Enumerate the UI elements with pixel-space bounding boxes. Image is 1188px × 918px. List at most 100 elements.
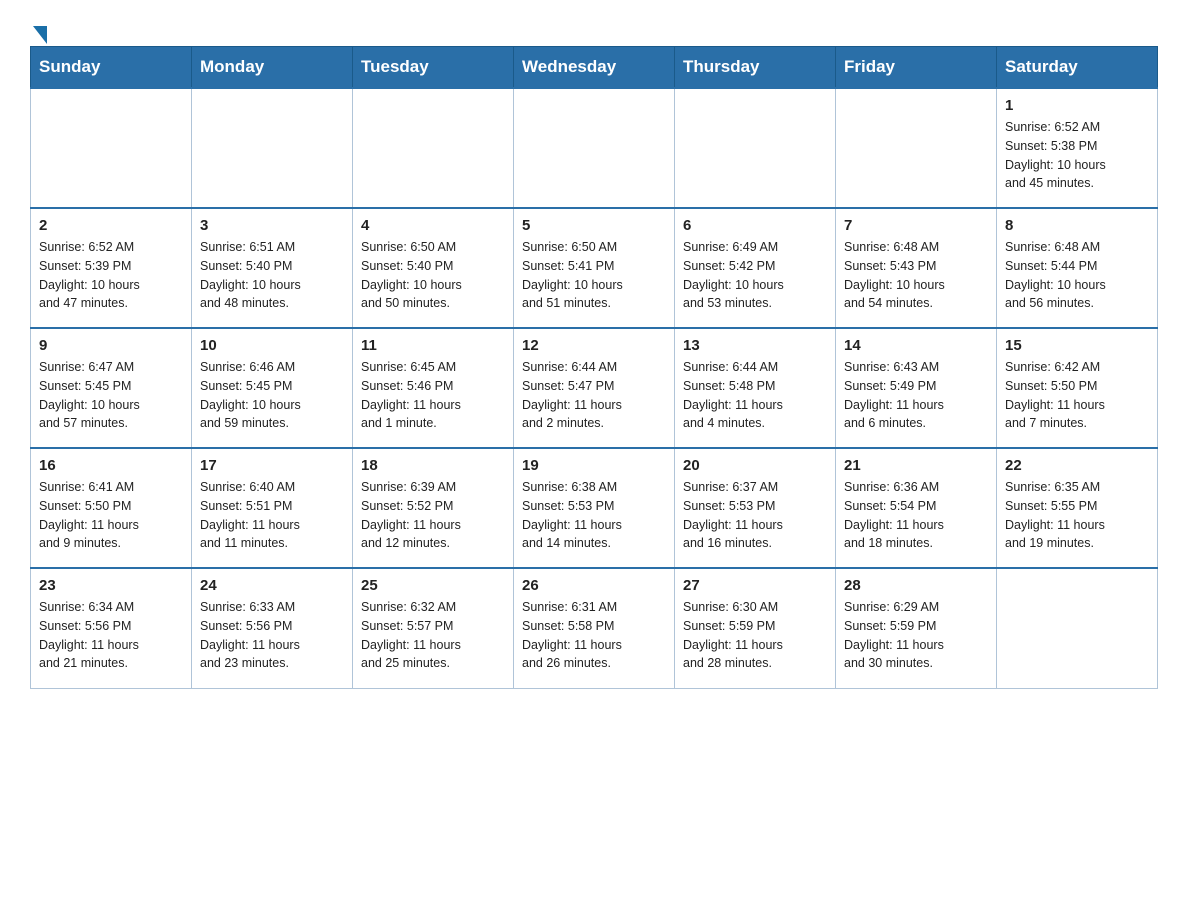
day-number: 15 xyxy=(1005,337,1149,354)
day-info: Sunrise: 6:37 AM Sunset: 5:53 PM Dayligh… xyxy=(683,478,827,553)
day-info: Sunrise: 6:46 AM Sunset: 5:45 PM Dayligh… xyxy=(200,358,344,433)
day-number: 18 xyxy=(361,457,505,474)
day-number: 7 xyxy=(844,217,988,234)
day-number: 10 xyxy=(200,337,344,354)
day-number: 12 xyxy=(522,337,666,354)
weekday-header-saturday: Saturday xyxy=(997,47,1158,89)
page-header xyxy=(30,20,1158,36)
day-info: Sunrise: 6:38 AM Sunset: 5:53 PM Dayligh… xyxy=(522,478,666,553)
calendar-cell-w4-d6: 21 Sunrise: 6:36 AM Sunset: 5:54 PM Dayli… xyxy=(836,448,997,568)
day-number: 26 xyxy=(522,577,666,594)
day-info: Sunrise: 6:47 AM Sunset: 5:45 PM Dayligh… xyxy=(39,358,183,433)
calendar-cell-w2-d2: 3Sunrise: 6:51 AM Sunset: 5:40 PM Daylig… xyxy=(192,208,353,328)
day-number: 16 xyxy=(39,457,183,474)
day-info: Sunrise: 6:48 AM Sunset: 5:43 PM Dayligh… xyxy=(844,238,988,313)
calendar-cell-w2-d7: 8 Sunrise: 6:48 AM Sunset: 5:44 PM Daylig… xyxy=(997,208,1158,328)
calendar-cell-w4-d5: 20 Sunrise: 6:37 AM Sunset: 5:53 PM Dayli… xyxy=(675,448,836,568)
calendar-cell-w1-d4 xyxy=(514,88,675,208)
day-info: Sunrise: 6:50 AM Sunset: 5:40 PM Dayligh… xyxy=(361,238,505,313)
calendar-cell-w5-d1: 23 Sunrise: 6:34 AM Sunset: 5:56 PM Dayli… xyxy=(31,568,192,688)
day-info: Sunrise: 6:45 AM Sunset: 5:46 PM Dayligh… xyxy=(361,358,505,433)
day-info: Sunrise: 6:52 AM Sunset: 5:38 PM Dayligh… xyxy=(1005,118,1149,193)
calendar-cell-w3-d6: 14 Sunrise: 6:43 AM Sunset: 5:49 PM Dayli… xyxy=(836,328,997,448)
day-info: Sunrise: 6:40 AM Sunset: 5:51 PM Dayligh… xyxy=(200,478,344,553)
logo xyxy=(30,20,47,36)
calendar-cell-w4-d1: 16Sunrise: 6:41 AM Sunset: 5:50 PM Dayli… xyxy=(31,448,192,568)
calendar-cell-w3-d2: 10 Sunrise: 6:46 AM Sunset: 5:45 PM Dayli… xyxy=(192,328,353,448)
day-info: Sunrise: 6:31 AM Sunset: 5:58 PM Dayligh… xyxy=(522,598,666,673)
day-number: 20 xyxy=(683,457,827,474)
weekday-header-sunday: Sunday xyxy=(31,47,192,89)
day-info: Sunrise: 6:50 AM Sunset: 5:41 PM Dayligh… xyxy=(522,238,666,313)
day-number: 11 xyxy=(361,337,505,354)
day-number: 14 xyxy=(844,337,988,354)
day-info: Sunrise: 6:35 AM Sunset: 5:55 PM Dayligh… xyxy=(1005,478,1149,553)
day-info: Sunrise: 6:29 AM Sunset: 5:59 PM Dayligh… xyxy=(844,598,988,673)
calendar-cell-w5-d5: 27Sunrise: 6:30 AM Sunset: 5:59 PM Dayli… xyxy=(675,568,836,688)
day-info: Sunrise: 6:42 AM Sunset: 5:50 PM Dayligh… xyxy=(1005,358,1149,433)
day-number: 22 xyxy=(1005,457,1149,474)
weekday-header-row: SundayMondayTuesdayWednesdayThursdayFrid… xyxy=(31,47,1158,89)
day-info: Sunrise: 6:36 AM Sunset: 5:54 PM Dayligh… xyxy=(844,478,988,553)
day-info: Sunrise: 6:39 AM Sunset: 5:52 PM Dayligh… xyxy=(361,478,505,553)
calendar-cell-w1-d1 xyxy=(31,88,192,208)
weekday-header-wednesday: Wednesday xyxy=(514,47,675,89)
calendar-cell-w2-d4: 5 Sunrise: 6:50 AM Sunset: 5:41 PM Daylig… xyxy=(514,208,675,328)
day-number: 1 xyxy=(1005,97,1149,114)
calendar-cell-w3-d4: 12 Sunrise: 6:44 AM Sunset: 5:47 PM Dayli… xyxy=(514,328,675,448)
calendar-cell-w2-d6: 7 Sunrise: 6:48 AM Sunset: 5:43 PM Daylig… xyxy=(836,208,997,328)
day-info: Sunrise: 6:33 AM Sunset: 5:56 PM Dayligh… xyxy=(200,598,344,673)
logo-arrow-icon xyxy=(33,26,47,44)
day-number: 23 xyxy=(39,577,183,594)
calendar-cell-w3-d1: 9 Sunrise: 6:47 AM Sunset: 5:45 PM Daylig… xyxy=(31,328,192,448)
calendar-cell-w1-d3 xyxy=(353,88,514,208)
calendar-cell-w5-d4: 26 Sunrise: 6:31 AM Sunset: 5:58 PM Dayli… xyxy=(514,568,675,688)
calendar-cell-w5-d6: 28 Sunrise: 6:29 AM Sunset: 5:59 PM Dayli… xyxy=(836,568,997,688)
calendar-cell-w1-d2 xyxy=(192,88,353,208)
day-number: 21 xyxy=(844,457,988,474)
day-number: 19 xyxy=(522,457,666,474)
calendar-cell-w5-d2: 24Sunrise: 6:33 AM Sunset: 5:56 PM Dayli… xyxy=(192,568,353,688)
day-info: Sunrise: 6:44 AM Sunset: 5:47 PM Dayligh… xyxy=(522,358,666,433)
weekday-header-friday: Friday xyxy=(836,47,997,89)
day-number: 5 xyxy=(522,217,666,234)
calendar-cell-w2-d1: 2 Sunrise: 6:52 AM Sunset: 5:39 PM Daylig… xyxy=(31,208,192,328)
day-number: 8 xyxy=(1005,217,1149,234)
calendar-cell-w1-d5 xyxy=(675,88,836,208)
weekday-header-thursday: Thursday xyxy=(675,47,836,89)
day-info: Sunrise: 6:32 AM Sunset: 5:57 PM Dayligh… xyxy=(361,598,505,673)
week-row-4: 16Sunrise: 6:41 AM Sunset: 5:50 PM Dayli… xyxy=(31,448,1158,568)
day-number: 25 xyxy=(361,577,505,594)
calendar-cell-w2-d5: 6 Sunrise: 6:49 AM Sunset: 5:42 PM Daylig… xyxy=(675,208,836,328)
calendar-cell-w3-d3: 11 Sunrise: 6:45 AM Sunset: 5:46 PM Dayli… xyxy=(353,328,514,448)
calendar-cell-w1-d7: 1 Sunrise: 6:52 AM Sunset: 5:38 PM Daylig… xyxy=(997,88,1158,208)
day-number: 27 xyxy=(683,577,827,594)
day-info: Sunrise: 6:44 AM Sunset: 5:48 PM Dayligh… xyxy=(683,358,827,433)
day-info: Sunrise: 6:49 AM Sunset: 5:42 PM Dayligh… xyxy=(683,238,827,313)
weekday-header-monday: Monday xyxy=(192,47,353,89)
day-number: 2 xyxy=(39,217,183,234)
calendar-table: SundayMondayTuesdayWednesdayThursdayFrid… xyxy=(30,46,1158,689)
calendar-cell-w4-d2: 17 Sunrise: 6:40 AM Sunset: 5:51 PM Dayli… xyxy=(192,448,353,568)
day-info: Sunrise: 6:52 AM Sunset: 5:39 PM Dayligh… xyxy=(39,238,183,313)
week-row-3: 9 Sunrise: 6:47 AM Sunset: 5:45 PM Daylig… xyxy=(31,328,1158,448)
day-info: Sunrise: 6:34 AM Sunset: 5:56 PM Dayligh… xyxy=(39,598,183,673)
calendar-cell-w3-d5: 13 Sunrise: 6:44 AM Sunset: 5:48 PM Dayli… xyxy=(675,328,836,448)
day-info: Sunrise: 6:43 AM Sunset: 5:49 PM Dayligh… xyxy=(844,358,988,433)
day-number: 6 xyxy=(683,217,827,234)
day-number: 4 xyxy=(361,217,505,234)
calendar-cell-w5-d7 xyxy=(997,568,1158,688)
week-row-1: 1 Sunrise: 6:52 AM Sunset: 5:38 PM Daylig… xyxy=(31,88,1158,208)
day-number: 28 xyxy=(844,577,988,594)
week-row-2: 2 Sunrise: 6:52 AM Sunset: 5:39 PM Daylig… xyxy=(31,208,1158,328)
day-number: 13 xyxy=(683,337,827,354)
day-number: 3 xyxy=(200,217,344,234)
week-row-5: 23 Sunrise: 6:34 AM Sunset: 5:56 PM Dayli… xyxy=(31,568,1158,688)
day-info: Sunrise: 6:48 AM Sunset: 5:44 PM Dayligh… xyxy=(1005,238,1149,313)
calendar-cell-w5-d3: 25 Sunrise: 6:32 AM Sunset: 5:57 PM Dayli… xyxy=(353,568,514,688)
calendar-cell-w4-d4: 19 Sunrise: 6:38 AM Sunset: 5:53 PM Dayli… xyxy=(514,448,675,568)
day-number: 9 xyxy=(39,337,183,354)
calendar-cell-w4-d3: 18 Sunrise: 6:39 AM Sunset: 5:52 PM Dayli… xyxy=(353,448,514,568)
weekday-header-tuesday: Tuesday xyxy=(353,47,514,89)
day-number: 17 xyxy=(200,457,344,474)
